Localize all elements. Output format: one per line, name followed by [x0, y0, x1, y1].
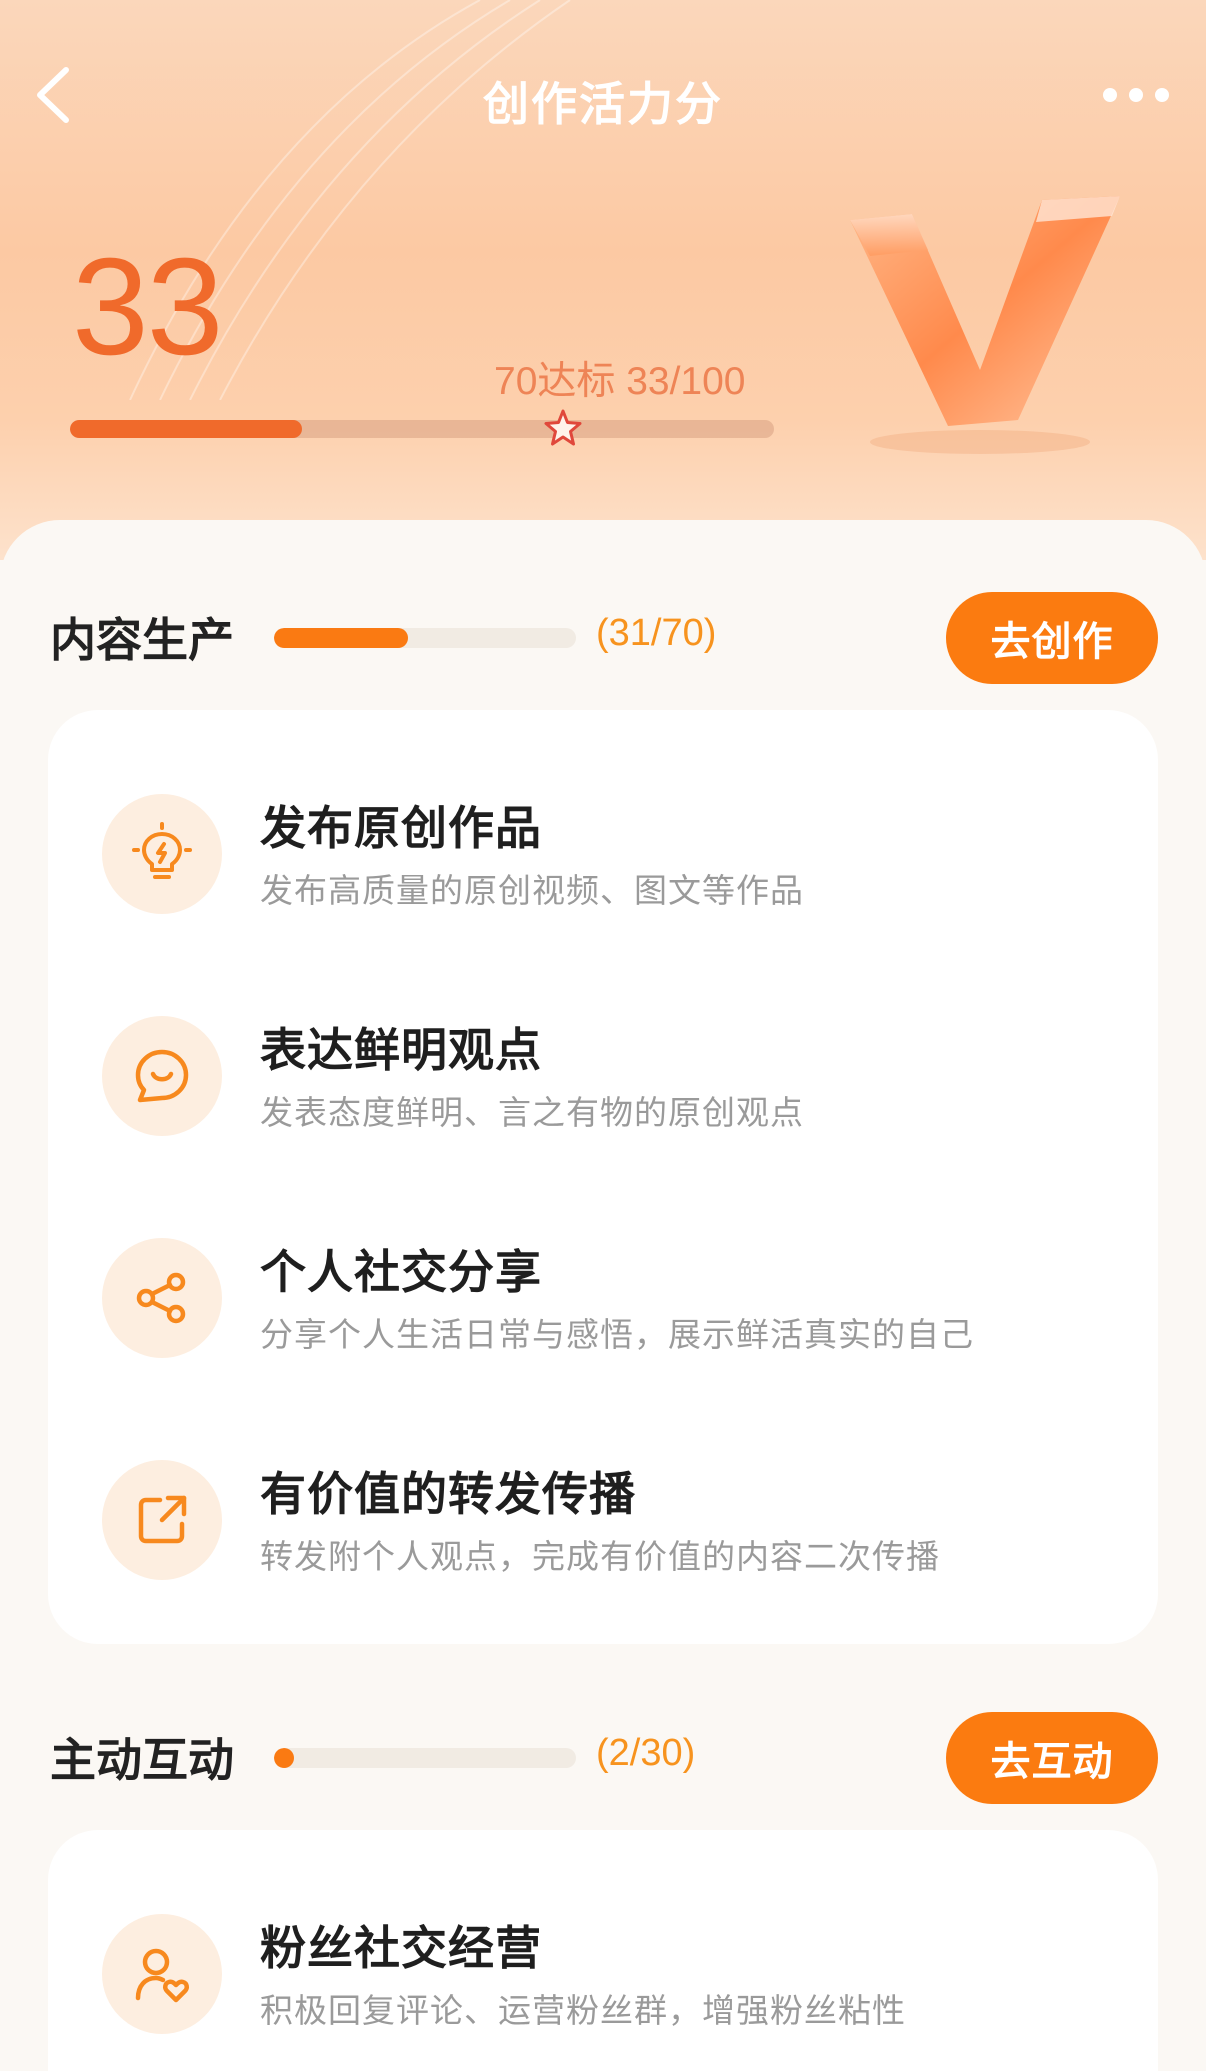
- share-icon: [102, 1238, 222, 1358]
- item-desc: 发布高质量的原创视频、图文等作品: [260, 871, 804, 910]
- fan-heart-icon: [102, 1914, 222, 2034]
- goal-star-icon: [544, 409, 582, 446]
- score-value: 33: [72, 230, 223, 384]
- section-count: (2/30): [596, 1732, 696, 1774]
- item-title: 粉丝社交经营: [260, 1921, 542, 1975]
- list-item[interactable]: 发布原创作品 发布高质量的原创视频、图文等作品: [48, 766, 1158, 926]
- content-panel: 内容生产 (31/70) 去创作 发布原创作品 发布高质量的原创视频、图文等作品…: [0, 520, 1206, 2071]
- section-count: (31/70): [596, 612, 717, 654]
- v-badge-icon: [850, 196, 1120, 454]
- section-content-production: 内容生产 (31/70) 去创作: [0, 590, 1206, 686]
- lightbulb-icon: [102, 794, 222, 914]
- task-card-content: 发布原创作品 发布高质量的原创视频、图文等作品 表达鲜明观点 发表态度鲜明、言之…: [48, 710, 1158, 1644]
- go-create-button[interactable]: 去创作: [946, 592, 1158, 684]
- item-title: 个人社交分享: [260, 1245, 542, 1299]
- item-title: 有价值的转发传播: [260, 1467, 636, 1521]
- item-desc: 积极回复评论、运营粉丝群，增强粉丝粘性: [260, 1991, 906, 2030]
- goal-text: 70达标 33/100: [494, 360, 746, 403]
- smile-chat-icon: [102, 1016, 222, 1136]
- score-progress-fill: [70, 420, 303, 438]
- score-progress-bar: [70, 420, 774, 438]
- section-progress-bar: [274, 1748, 576, 1768]
- item-title: 表达鲜明观点: [260, 1023, 542, 1077]
- task-card-interaction: 粉丝社交经营 积极回复评论、运营粉丝群，增强粉丝粘性: [48, 1830, 1158, 2071]
- hero-header: 创作活力分 33 70达标 33/100: [0, 0, 1206, 560]
- list-item[interactable]: 表达鲜明观点 发表态度鲜明、言之有物的原创观点: [48, 988, 1158, 1148]
- forward-icon: [102, 1460, 222, 1580]
- section-title: 内容生产: [50, 613, 234, 667]
- list-item[interactable]: 个人社交分享 分享个人生活日常与感悟，展示鲜活真实的自己: [48, 1210, 1158, 1370]
- more-dots-icon: [1103, 88, 1169, 102]
- item-desc: 转发附个人观点，完成有价值的内容二次传播: [260, 1537, 940, 1576]
- section-title: 主动互动: [50, 1733, 234, 1787]
- section-progress-fill: [274, 628, 408, 648]
- top-bar: 创作活力分: [0, 40, 1206, 150]
- section-active-interaction: 主动互动 (2/30) 去互动: [0, 1710, 1206, 1806]
- more-button[interactable]: [1096, 70, 1176, 120]
- item-title: 发布原创作品: [260, 801, 542, 855]
- list-item[interactable]: 有价值的转发传播 转发附个人观点，完成有价值的内容二次传播: [48, 1432, 1158, 1592]
- list-item[interactable]: 粉丝社交经营 积极回复评论、运营粉丝群，增强粉丝粘性: [48, 1886, 1158, 2046]
- go-interact-button[interactable]: 去互动: [946, 1712, 1158, 1804]
- page-title: 创作活力分: [483, 77, 723, 131]
- item-desc: 发表态度鲜明、言之有物的原创观点: [260, 1093, 804, 1132]
- section-progress-bar: [274, 628, 576, 648]
- item-desc: 分享个人生活日常与感悟，展示鲜活真实的自己: [260, 1315, 974, 1354]
- section-progress-fill: [274, 1748, 295, 1768]
